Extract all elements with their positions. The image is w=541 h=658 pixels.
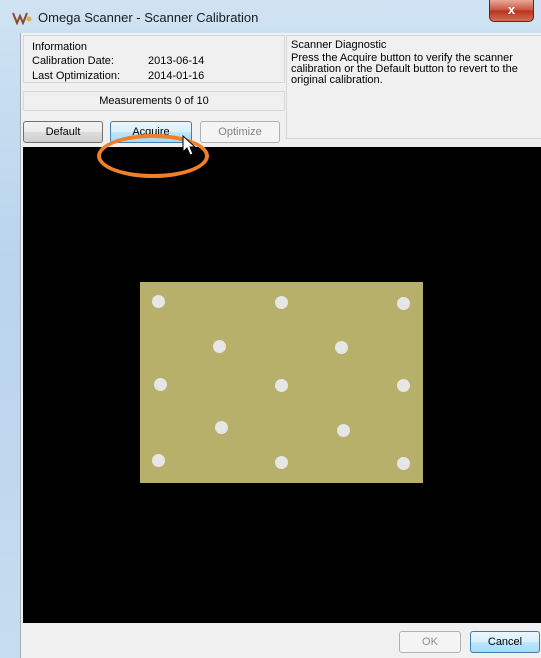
diagnostic-title: Scanner Diagnostic [291, 39, 387, 51]
window-title: Omega Scanner - Scanner Calibration [38, 10, 259, 25]
calibration-dot [397, 379, 410, 392]
calibration-dot [152, 454, 165, 467]
calibration-dot [154, 378, 167, 391]
information-panel: Information Calibration Date: 2013-06-14… [23, 35, 285, 83]
calibration-dot [152, 295, 165, 308]
default-button[interactable]: Default [23, 121, 103, 143]
calibration-dot [397, 297, 410, 310]
cancel-button[interactable]: Cancel [470, 631, 540, 653]
scanner-diagnostic-panel: Scanner Diagnostic Press the Acquire but… [286, 35, 541, 139]
title-bar[interactable]: Omega Scanner - Scanner Calibration x [0, 0, 541, 32]
calibration-dot [275, 379, 288, 392]
calibration-dot [215, 421, 228, 434]
last-optimization-value: 2014-01-16 [148, 70, 205, 82]
scanner-calibration-window: Omega Scanner - Scanner Calibration x In… [0, 0, 541, 658]
last-optimization-label: Last Optimization: [32, 70, 121, 82]
diagnostic-instructions: Press the Acquire button to verify the s… [291, 52, 518, 86]
optimize-button: Optimize [200, 121, 280, 143]
scan-preview-canvas [23, 147, 541, 623]
calibration-date-value: 2013-06-14 [148, 55, 205, 67]
calibration-date-label: Calibration Date: [32, 55, 114, 67]
calibration-dot [397, 457, 410, 470]
calibration-dot [337, 424, 350, 437]
ok-button: OK [399, 631, 461, 653]
close-button[interactable]: x [489, 0, 534, 22]
calibration-plate [140, 282, 423, 483]
calibration-dot [275, 456, 288, 469]
measurements-status: Measurements 0 of 10 [23, 91, 285, 111]
calibration-dot [275, 296, 288, 309]
information-title: Information [32, 41, 88, 53]
dialog-client-area: Information Calibration Date: 2013-06-14… [20, 33, 541, 658]
mouse-cursor-icon [182, 135, 196, 156]
calibration-dot [213, 340, 226, 353]
omega-app-icon [12, 12, 32, 25]
calibration-dot [335, 341, 348, 354]
